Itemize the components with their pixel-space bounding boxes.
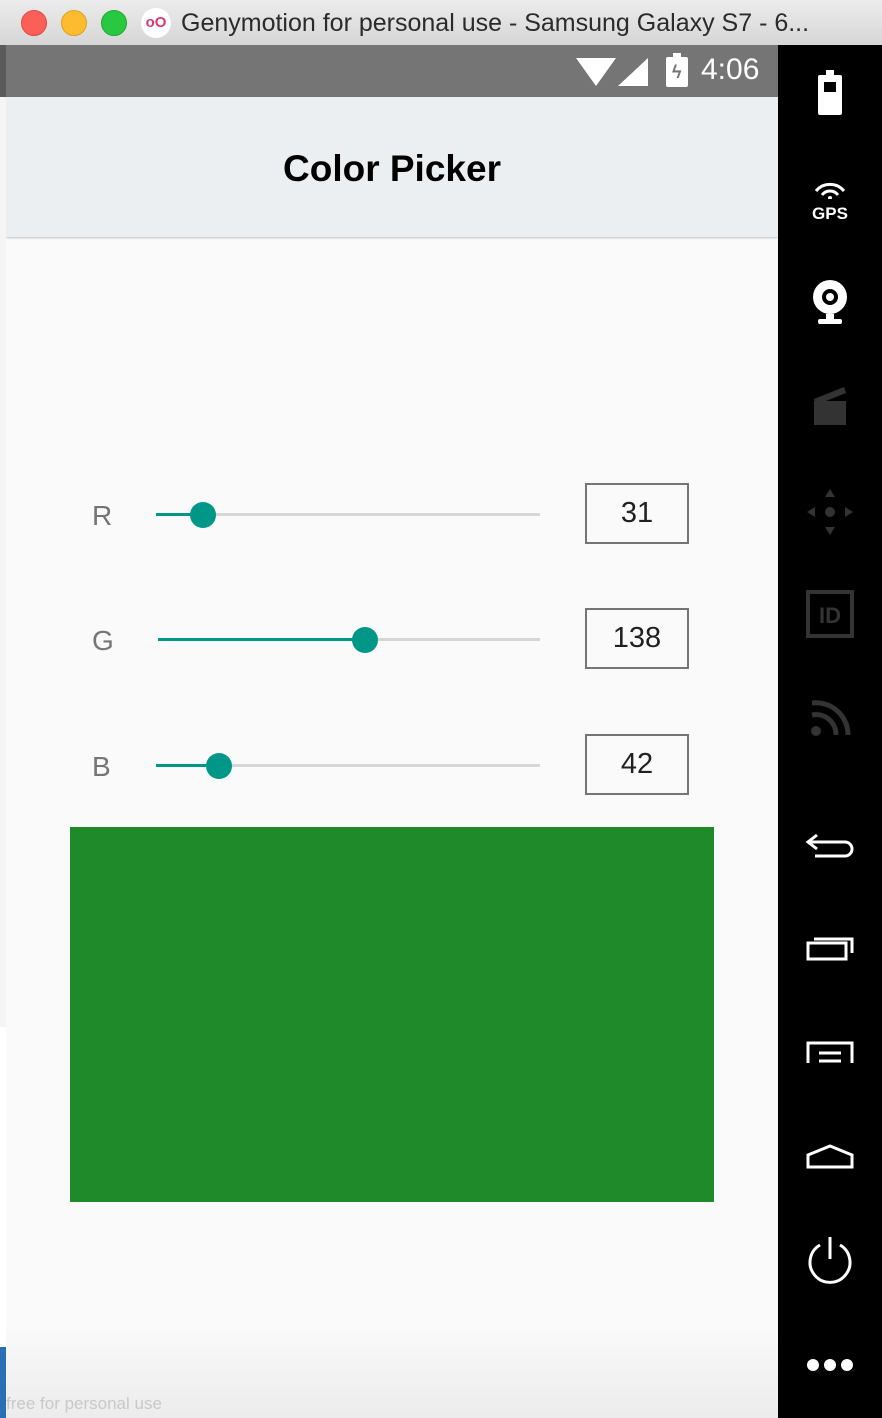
power-icon[interactable] bbox=[778, 1235, 882, 1290]
zoom-window-button[interactable] bbox=[101, 10, 127, 36]
back-icon[interactable] bbox=[778, 831, 882, 866]
green-label: G bbox=[92, 625, 114, 656]
minimize-window-button[interactable] bbox=[61, 10, 87, 36]
cast-icon[interactable] bbox=[778, 695, 882, 744]
watermark: free for personal use bbox=[6, 1394, 162, 1413]
battery-charging-icon: ϟ bbox=[666, 53, 688, 87]
gps-icon[interactable]: GPS bbox=[778, 177, 882, 224]
red-value-field[interactable]: 31 bbox=[585, 483, 689, 544]
red-slider[interactable] bbox=[156, 500, 540, 530]
green-slider-thumb[interactable] bbox=[352, 627, 378, 653]
color-preview bbox=[70, 827, 714, 1202]
more-icon[interactable] bbox=[778, 1355, 882, 1380]
status-bar: ϟ 4:06 bbox=[6, 45, 778, 97]
window-title: Genymotion for personal use - Samsung Ga… bbox=[181, 9, 810, 37]
id-icon-label: ID bbox=[819, 603, 841, 628]
menu-icon[interactable] bbox=[778, 1039, 882, 1070]
status-time: 4:06 bbox=[701, 53, 760, 86]
recent-apps-icon[interactable] bbox=[778, 933, 882, 968]
app-bar: Color Picker bbox=[6, 97, 778, 237]
gps-label: GPS bbox=[812, 204, 848, 223]
blue-label: B bbox=[92, 751, 111, 782]
genymotion-icon: oO bbox=[141, 8, 171, 38]
battery-icon[interactable] bbox=[778, 70, 882, 121]
blue-slider[interactable] bbox=[156, 751, 540, 781]
green-slider[interactable] bbox=[158, 625, 540, 655]
dpad-icon[interactable] bbox=[778, 487, 882, 542]
close-window-button[interactable] bbox=[21, 10, 47, 36]
clapperboard-icon[interactable] bbox=[778, 383, 882, 432]
home-icon[interactable] bbox=[778, 1143, 882, 1176]
blue-value-field[interactable]: 42 bbox=[585, 734, 689, 795]
red-slider-thumb[interactable] bbox=[190, 502, 216, 528]
wifi-icon bbox=[576, 58, 616, 86]
page-title: Color Picker bbox=[283, 148, 501, 189]
webcam-icon[interactable] bbox=[778, 277, 882, 332]
emulator-sidebar: GPS ID bbox=[778, 45, 882, 1418]
blue-slider-thumb[interactable] bbox=[206, 753, 232, 779]
phone-screen: ϟ 4:06 Color Picker R 31 G 138 B 42 free… bbox=[6, 45, 778, 1418]
id-icon[interactable]: ID bbox=[778, 590, 882, 643]
window-titlebar: oO Genymotion for personal use - Samsung… bbox=[0, 0, 882, 46]
green-slider-fill bbox=[158, 638, 365, 641]
green-value-field[interactable]: 138 bbox=[585, 608, 689, 669]
signal-icon bbox=[618, 58, 648, 86]
red-label: R bbox=[92, 500, 113, 531]
